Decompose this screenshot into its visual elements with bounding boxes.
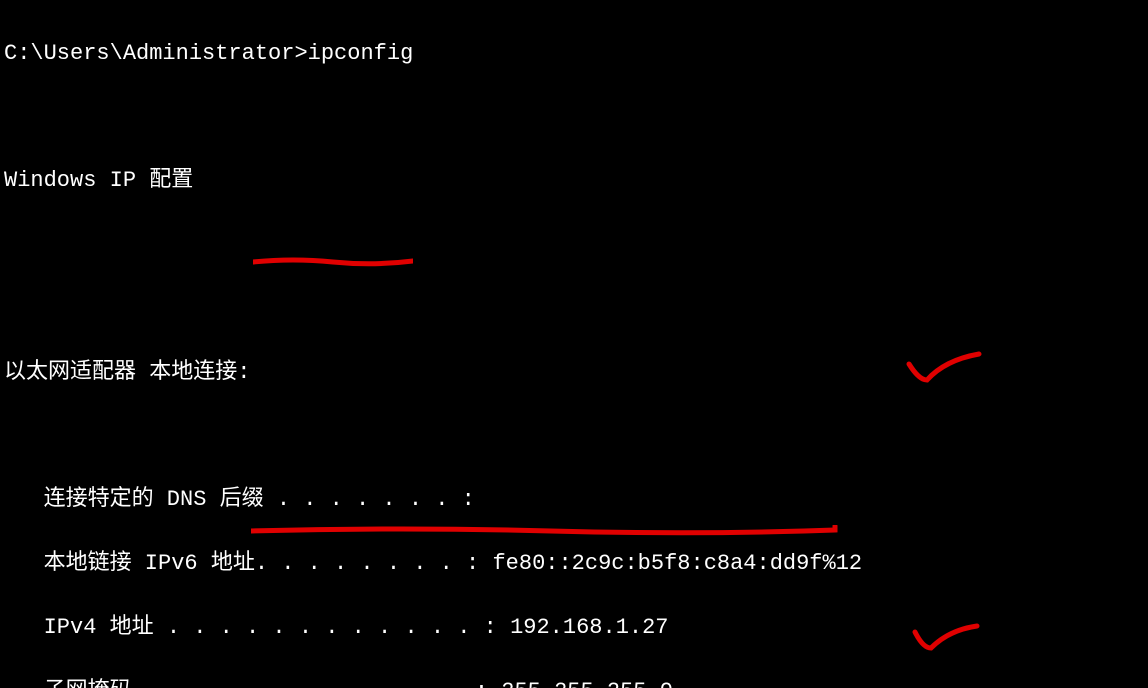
blank-line	[4, 102, 1144, 134]
adapter1-dns-suffix: 连接特定的 DNS 后缀 . . . . . . . :	[4, 484, 1144, 516]
adapter1-mask: 子网掩码 . . . . . . . . . . . . : 255.255.2…	[4, 676, 1144, 688]
prompt-line: C:\Users\Administrator>ipconfig	[4, 38, 1144, 70]
adapter1-ipv6: 本地链接 IPv6 地址. . . . . . . . : fe80::2c9c…	[4, 548, 1144, 580]
ip-config-header: Windows IP 配置	[4, 165, 1144, 197]
blank-line	[4, 293, 1144, 325]
adapter1-ipv4: IPv4 地址 . . . . . . . . . . . . : 192.16…	[4, 612, 1144, 644]
annotation-underline-local-connection	[200, 214, 360, 224]
blank-line	[4, 421, 1144, 453]
command-prompt-output: C:\Users\Administrator>ipconfig Windows …	[0, 0, 1148, 688]
adapter1-title: 以太网适配器 本地连接:	[4, 357, 1144, 389]
blank-line	[4, 229, 1144, 261]
